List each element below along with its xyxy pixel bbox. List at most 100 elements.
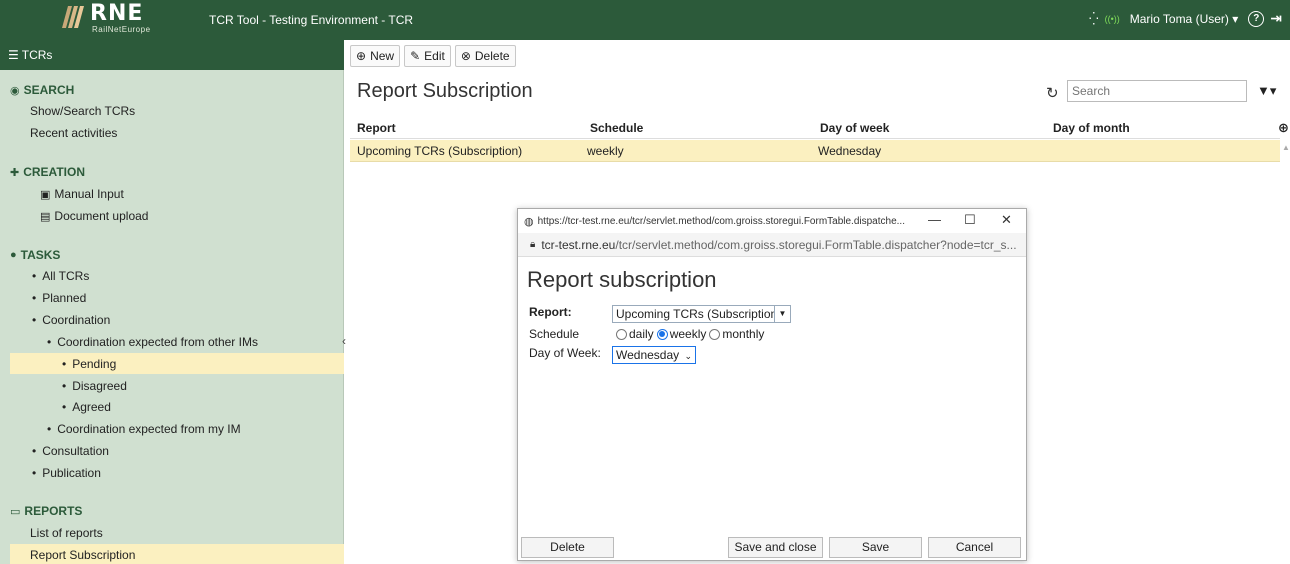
sidebar-item-recent[interactable]: Recent activities (30, 126, 117, 140)
section-reports-title: REPORTS (24, 504, 83, 518)
app-title: TCR Tool - Testing Environment - TCR (209, 13, 414, 27)
popup-titlebar[interactable]: ◍ https://tcr-test.rne.eu/tcr/servlet.me… (518, 209, 1026, 233)
plus-icon: ✚ (10, 166, 20, 179)
section-search-title: SEARCH (23, 83, 75, 97)
radio-daily-circle[interactable] (616, 328, 627, 340)
delete-button[interactable]: ⊗ Delete (454, 45, 516, 67)
save-and-close-button[interactable]: Save and close (728, 537, 823, 558)
section-tasks-title: TASKS (20, 248, 61, 262)
filter-icon[interactable]: ▼▾ (1257, 83, 1276, 99)
new-button[interactable]: ⊕ New (350, 45, 401, 67)
radio-weekly[interactable]: weekly (656, 327, 707, 341)
rne-logo: RNE RailNetEurope (60, 1, 156, 36)
document-icon: ▤ (40, 210, 51, 223)
user-area: ⁛ ((•)) Mario Toma (User) ▾ ? ⇥ (1089, 10, 1282, 27)
form-icon: ▣ (40, 188, 51, 201)
report-select-value: Upcoming TCRs (Subscription) (616, 307, 782, 321)
sidebar-item-label: Manual Input (54, 187, 124, 201)
eye-icon: ◉ (10, 84, 20, 97)
url-host: tcr-test.rne.eu (541, 237, 616, 252)
search-input[interactable] (1067, 80, 1247, 102)
cell-schedule: weekly (587, 144, 624, 158)
sidebar-item-coordination-my-im[interactable]: Coordination expected from my IM (47, 422, 240, 436)
sidebar-item-agreed[interactable]: Agreed (62, 400, 111, 414)
plus-circle-icon: ⊕ (356, 49, 367, 63)
section-creation[interactable]: ✚ CREATION (10, 165, 85, 179)
sidebar-item-document-upload[interactable]: ▤ Document upload (40, 209, 148, 223)
column-header-schedule[interactable]: Schedule (590, 121, 643, 135)
chevron-down-icon: ▼ (774, 306, 790, 322)
section-reports[interactable]: ▭ REPORTS (10, 504, 82, 518)
loading-icon: ⁛ (1089, 11, 1099, 26)
sidebar-item-list-of-reports[interactable]: List of reports (30, 526, 103, 540)
table-header: Report Schedule Day of week Day of month (350, 117, 1280, 139)
schedule-label: Schedule (529, 327, 580, 341)
sidebar-item-manual-input[interactable]: ▣ Manual Input (40, 187, 124, 201)
sidebar-item-report-subscription[interactable]: Report Subscription (30, 548, 135, 562)
popup-delete-button[interactable]: Delete (521, 537, 614, 558)
day-of-week-select[interactable]: Wednesday ⌄ (612, 346, 696, 364)
question-circle-icon[interactable]: ? (1248, 10, 1265, 27)
popup-urlbar[interactable]: 🔒︎ tcr-test.rne.eu/tcr/servlet.method/co… (518, 233, 1026, 257)
radio-monthly[interactable]: monthly (709, 327, 764, 341)
radio-weekly-label: weekly (669, 327, 707, 341)
table-row[interactable]: Upcoming TCRs (Subscription) weekly Wedn… (350, 140, 1280, 162)
column-header-report[interactable]: Report (357, 121, 396, 135)
popup-window-title: https://tcr-test.rne.eu/tcr/servlet.meth… (537, 215, 905, 227)
new-button-label: New (370, 49, 395, 63)
delete-button-label: Delete (474, 49, 510, 63)
lock-icon: 🔒︎ (530, 239, 536, 250)
sidebar-item-coordination-other[interactable]: Coordination expected from other IMs (47, 335, 258, 349)
column-header-day-of-week[interactable]: Day of week (820, 121, 889, 135)
globe-icon: ◍ (524, 215, 534, 228)
add-column-icon[interactable]: ⊕ (1278, 120, 1289, 136)
logout-icon[interactable]: ⇥ (1270, 10, 1282, 27)
day-of-week-label: Day of Week: (529, 346, 601, 360)
section-tasks[interactable]: ● TASKS (10, 248, 60, 262)
column-header-day-of-month[interactable]: Day of month (1053, 121, 1130, 135)
rne-logo-icon (62, 6, 84, 28)
refresh-icon[interactable]: ↻ (1046, 84, 1059, 102)
sidebar-item-show-search[interactable]: Show/Search TCRs (30, 104, 135, 118)
sidebar-item-pending[interactable]: Pending (62, 357, 116, 371)
maximize-icon[interactable]: ☐ (964, 212, 976, 228)
popup-window: ◍ https://tcr-test.rne.eu/tcr/servlet.me… (517, 208, 1027, 561)
sidebar-item-planned[interactable]: Planned (32, 291, 86, 305)
sidebar-item-consultation[interactable]: Consultation (32, 444, 109, 458)
popup-title: Report subscription (527, 267, 717, 292)
top-header: RNE RailNetEurope TCR Tool - Testing Env… (0, 0, 1290, 40)
report-select[interactable]: Upcoming TCRs (Subscription) ▼ (612, 305, 791, 323)
user-menu[interactable]: Mario Toma (User) ▾ (1130, 12, 1239, 26)
minimize-icon[interactable]: — (928, 212, 941, 227)
edit-button[interactable]: ✎ Edit (404, 45, 451, 67)
cancel-button[interactable]: Cancel (928, 537, 1021, 558)
radio-monthly-circle[interactable] (709, 328, 721, 340)
user-name: Mario Toma (User) (1129, 11, 1229, 26)
page-title: Report Subscription (357, 80, 533, 102)
scroll-up-icon[interactable]: ▲ (1282, 143, 1290, 152)
sidebar-item-coordination[interactable]: Coordination (32, 313, 110, 327)
radio-weekly-circle[interactable] (656, 328, 668, 340)
section-search[interactable]: ◉ SEARCH (10, 83, 74, 97)
save-button[interactable]: Save (829, 537, 922, 558)
sidebar-item-publication[interactable]: Publication (32, 466, 101, 480)
collapse-sidebar-icon[interactable]: ‹ (342, 334, 346, 348)
url-path: /tcr/servlet.method/com.groiss.storegui.… (615, 237, 1017, 252)
section-creation-title: CREATION (23, 165, 85, 179)
toolbar: ⊕ New ✎ Edit ⊗ Delete (350, 45, 516, 69)
radio-monthly-label: monthly (722, 327, 765, 341)
signal-icon: ((•)) (1104, 13, 1120, 24)
sidebar-item-disagreed[interactable]: Disagreed (62, 379, 127, 393)
sidebar-item-all-tcrs[interactable]: All TCRs (32, 269, 89, 283)
sidebar-header[interactable]: ☰ TCRs (0, 40, 344, 70)
day-of-week-value: Wednesday (616, 348, 680, 362)
radio-daily[interactable]: daily (616, 327, 654, 341)
sidebar-item-pending-row[interactable] (10, 353, 344, 374)
cell-report: Upcoming TCRs (Subscription) (357, 144, 523, 158)
close-circle-icon: ⊗ (460, 49, 471, 63)
sidebar: ☰ TCRs ◉ SEARCH Show/Search TCRs Recent … (0, 40, 344, 564)
sidebar-item-label: Document upload (54, 209, 149, 223)
user-icon: ● (10, 249, 17, 261)
close-icon[interactable]: ✕ (1001, 212, 1012, 228)
radio-daily-label: daily (629, 327, 654, 341)
